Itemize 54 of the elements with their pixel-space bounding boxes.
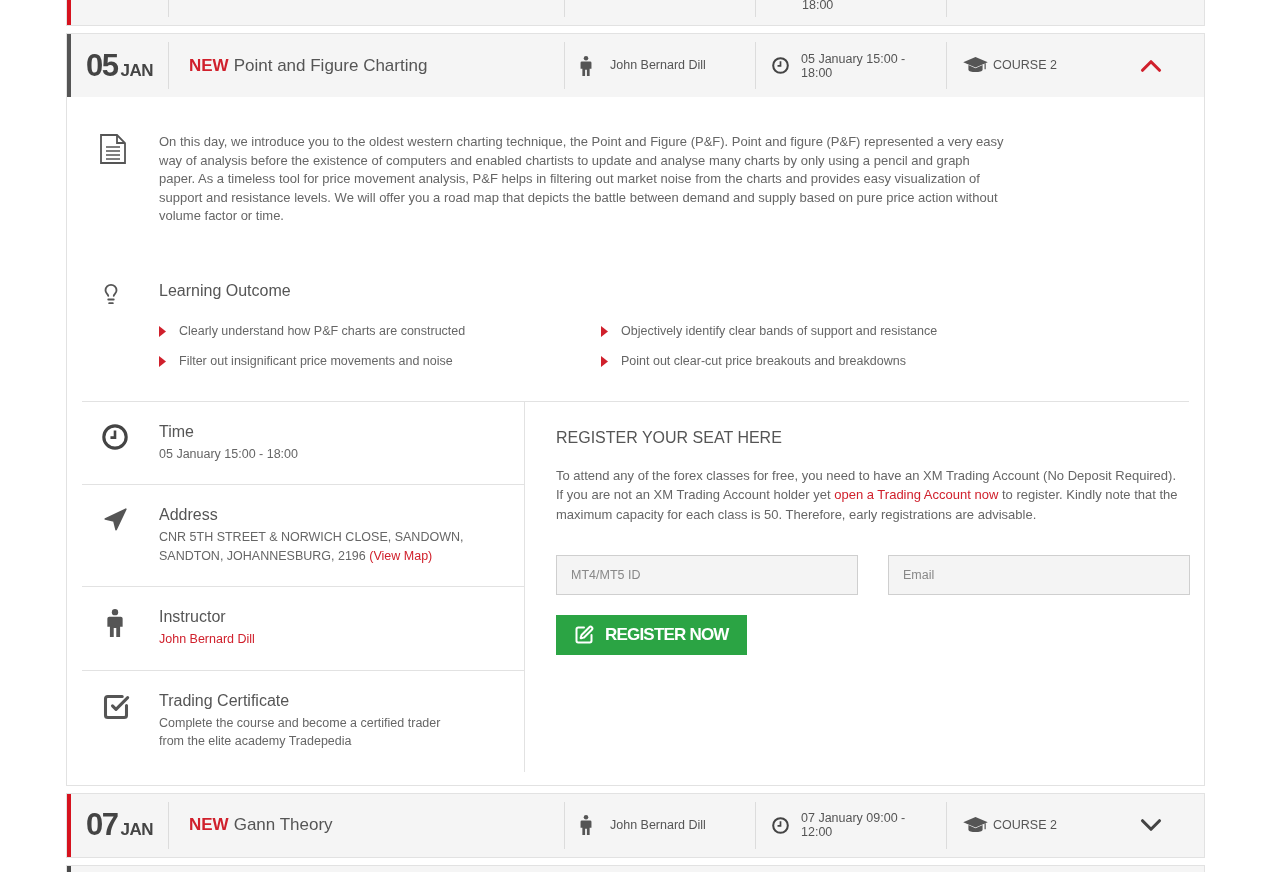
session-header[interactable]: 05JAN NEW Point and Figure Charting John Bernard Dill 05 January 15:00 - 18:00 COURSE 2 [67,34,1204,97]
session-time: 07 January 09:00 - 12:00 [801,811,907,839]
input-field[interactable]: MT4/MT5 ID [556,555,858,595]
info-text: CNR 5TH STREET & NORWICH CLOSE, SANDOWN, SANDTON, JOHANNESBURG, 2196 (View Map) [159,529,464,565]
caret-right-icon [159,326,166,337]
session-title: Point and Figure Charting [233,54,428,77]
date-month: JAN [120,820,153,840]
date-day: 05 [86,48,118,83]
caret-right-icon [601,326,608,337]
clock-icon [102,423,128,450]
date-day: 07 [86,808,118,842]
graduation-cap-icon [963,57,988,74]
instructor-name: John Bernard Dill [610,816,706,834]
course-label: COURSE 2 [993,57,1057,75]
course-label: COURSE 2 [993,816,1057,834]
info-text: Complete the course and become a certified trader from the elite academy Tradepedia [159,714,442,750]
new-label: NEW [189,814,229,837]
session-time: 18:00 [802,0,834,11]
outcome-item: Point out clear-cut price breakouts and breakdowns [621,353,906,371]
person-icon [580,55,592,76]
description-text: On this day, we introduce you to the oldest western charting technique, the Point and Figure (P&F). Point and figure (P&F) represented a very easy way of analysis before the existence of computers and enabled chartists to update and analyse many charts by only using a pencil and graph paper. As a timeless tool for price movement analysis, P&F helps in filtering out market noise from the charts and provides easy visualization of support and resistance levels. We will offer you a road map that depicts the battle between demand and supply based on pure price action without volume factor or time. [159,133,1005,225]
open-account-link[interactable]: open a Trading Account now [834,487,999,502]
date-month: JAN [120,60,153,81]
info-title: Instructor [159,607,226,627]
clock-icon [772,57,789,74]
person-icon [106,609,124,637]
session-time: 05 January 15:00 - 18:00 [801,51,907,80]
info-title: Time [159,421,194,442]
info-text: 05 January 15:00 - 18:00 [159,445,299,463]
register-heading: REGISTER YOUR SEAT HERE [556,427,782,448]
new-label: NEW [189,54,229,77]
graduation-cap-icon [963,816,988,834]
instructor-name: John Bernard Dill [610,57,706,75]
outcome-item: Objectively identify clear bands of support and resistance [621,323,938,341]
session-title: Gann Theory [233,814,333,837]
document-icon [100,134,126,164]
edit-icon [574,625,594,645]
register-button[interactable]: REGISTER NOW [556,615,747,655]
outcome-item: Clearly understand how P&F charts are constructed [179,323,466,341]
input-field[interactable]: Email [888,555,1190,595]
person-icon [580,815,592,835]
outcome-item: Filter out insignificant price movements and noise [179,353,453,371]
caret-right-icon [159,356,166,367]
checkbox-icon [102,692,130,721]
info-title: Address [159,505,218,525]
info-title: Trading Certificate [159,690,290,711]
session-header[interactable]: 07JAN NEW Gann Theory John Bernard Dill 07 January 09:00 - 12:00 COURSE 2 [67,793,1204,857]
location-arrow-icon [102,507,128,533]
view-map-link[interactable]: (View Map) [369,548,433,563]
caret-right-icon [601,356,608,367]
section-heading: Learning Outcome [159,280,291,301]
instructor-link[interactable]: John Bernard Dill [159,630,255,649]
register-text: To attend any of the forex classes for free, you need to have an XM Trading Account (No Deposit Required). If you are not an XM Trading Account holder yet open a Trading Account now to register. Kindly note that the maximum capacity for each class is 50. Therefore, early registrations are advisable. [556,466,1179,524]
clock-icon [772,816,789,834]
